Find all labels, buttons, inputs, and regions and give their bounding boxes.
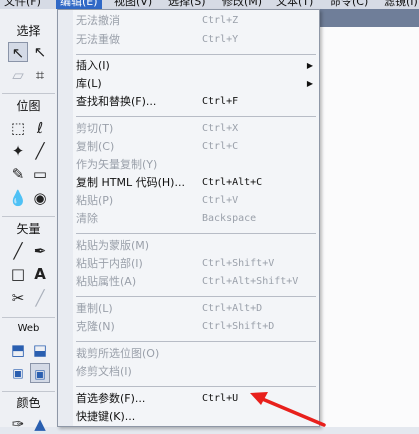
eraser-tool-icon[interactable]: ▭ [30,164,50,184]
edit-menu-dropdown: 无法撤消 Ctrl+Z 无法重做 Ctrl+Y 插入(I) ▶ 库(L) ▶ 查找和替换… [57,9,320,427]
section-colors-label: 颜色 [16,396,41,410]
hotspot-tool-icon[interactable]: ⬒ [8,340,28,360]
show-slices-icon[interactable]: ▣ [30,363,50,383]
section-web-label: Web [17,323,40,334]
pointer-tool-icon[interactable]: ↖ [8,42,28,62]
section-bitmap-label: 位图 [16,99,41,113]
line-tool-icon[interactable]: ╱ [8,241,28,261]
menu-edit[interactable]: 编辑(E) [56,0,102,9]
scale-tool-icon[interactable]: ▱ [8,65,28,85]
knife-tool-icon[interactable]: ✂ [8,288,28,308]
path-scrubber-tool-icon[interactable]: ╱ [30,288,50,308]
menu-item-find-replace[interactable]: 查找和替换(F)... Ctrl+F [74,93,319,111]
menu-item-paste-as-mask[interactable]: 粘贴为蒙版(M) [74,237,319,255]
menu-view[interactable]: 视图(V) [110,0,156,9]
section-select-label: 选择 [16,24,41,38]
eyedropper-tool-icon[interactable]: ✑ [8,414,28,434]
red-eye-tool-icon[interactable]: ◉ [30,188,50,208]
text-tool-icon[interactable]: A [30,264,50,284]
menu-bar: 文件(F) 编辑(E) 视图(V) 选择(S) 修改(M) 文本(T) 命令(C… [0,0,419,9]
menu-item-paste[interactable]: 粘贴(P) Ctrl+V [74,192,319,210]
document-canvas [320,27,419,427]
subselect-tool-icon[interactable]: ↖ [30,42,50,62]
menu-item-copy-as-vector[interactable]: 作为矢量复制(Y) [74,156,319,174]
pen-tool-icon[interactable]: ✒ [30,241,50,261]
submenu-arrow-icon: ▶ [306,79,313,88]
pencil-tool-icon[interactable]: ✎ [8,164,28,184]
menu-filters[interactable]: 滤镜(I) [380,0,419,9]
menu-item-copy[interactable]: 复制(C) Ctrl+C [74,138,319,156]
menu-modify[interactable]: 修改(M) [218,0,266,9]
marquee-tool-icon[interactable]: ⬚ [8,118,28,138]
section-vector-label: 矢量 [16,222,41,236]
submenu-arrow-icon: ▶ [306,61,313,70]
tools-panel: 选择 ↖ ↖ ▱ ⌗ 位图 ⬚ ℓ ✦ ╱ ✎ ▭ 💧 ◉ 矢量 ╱ ✒ □ A… [0,9,58,433]
menu-item-undo[interactable]: 无法撤消 Ctrl+Z [74,12,319,30]
hide-slices-icon[interactable]: ▣ [8,363,28,383]
menu-item-copy-html-code[interactable]: 复制 HTML 代码(H)... Ctrl+Alt+C [74,174,319,192]
document-tab-strip [320,9,419,27]
menu-commands[interactable]: 命令(C) [326,0,372,9]
slice-tool-icon[interactable]: ⬓ [30,340,50,360]
menu-item-trim-document[interactable]: 修剪文档(I) [74,363,319,381]
rectangle-tool-icon[interactable]: □ [8,264,28,284]
crop-tool-icon[interactable]: ⌗ [30,65,50,85]
menu-item-redo[interactable]: 无法重做 Ctrl+Y [74,31,319,49]
menu-file[interactable]: 文件(F) [0,0,45,9]
menu-item-library[interactable]: 库(L) ▶ [74,75,319,93]
menu-select[interactable]: 选择(S) [164,0,210,9]
brush-tool-icon[interactable]: ╱ [30,141,50,161]
lasso-tool-icon[interactable]: ℓ [30,118,50,138]
annotation-arrow-icon [250,392,326,427]
menu-item-clear[interactable]: 清除 Backspace [74,210,319,228]
menu-item-paste-attributes[interactable]: 粘贴属性(A) Ctrl+Alt+Shift+V [74,273,319,291]
menu-item-cut[interactable]: 剪切(T) Ctrl+X [74,120,319,138]
menu-text[interactable]: 文本(T) [272,0,317,9]
menu-item-crop-selected-bitmap[interactable]: 裁剪所选位图(O) [74,345,319,363]
magic-wand-tool-icon[interactable]: ✦ [8,141,28,161]
blur-tool-icon[interactable]: 💧 [8,188,28,208]
menu-item-paste-inside[interactable]: 粘贴于内部(I) Ctrl+Shift+V [74,255,319,273]
menu-item-insert[interactable]: 插入(I) ▶ [74,57,319,75]
menu-item-duplicate[interactable]: 重制(L) Ctrl+Alt+D [74,300,319,318]
paint-bucket-tool-icon[interactable]: ▲ [30,414,50,434]
menu-item-clone[interactable]: 克隆(N) Ctrl+Shift+D [74,318,319,336]
